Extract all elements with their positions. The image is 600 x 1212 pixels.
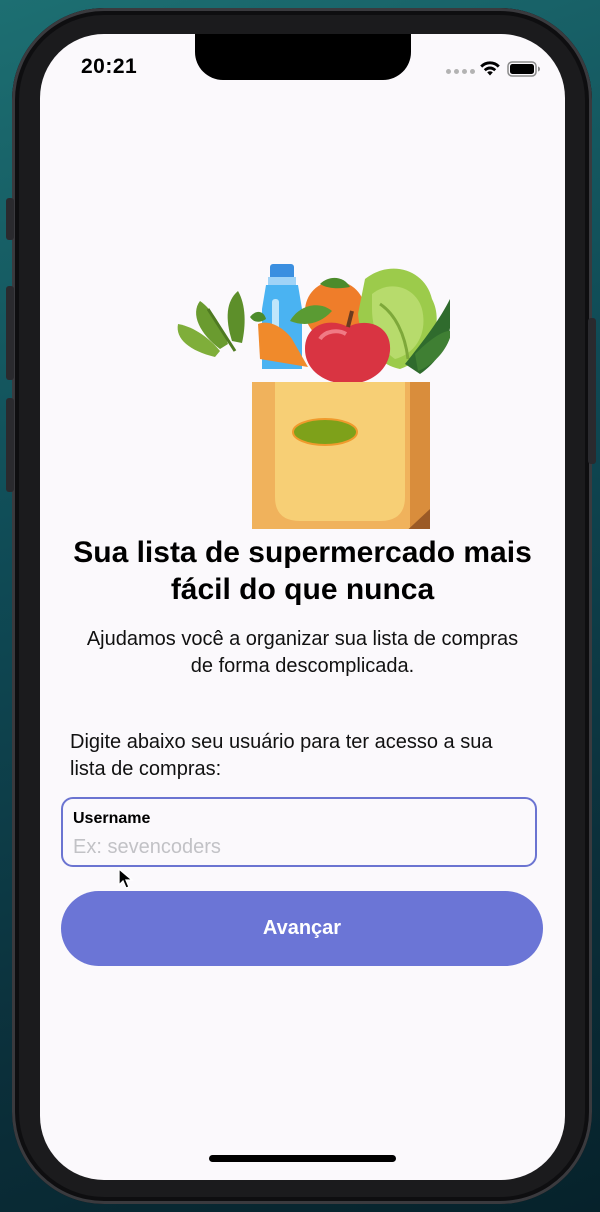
app-screen: 20:21 Sua lista de supermercado mais fác…	[40, 34, 565, 1180]
advance-button[interactable]: Avançar	[61, 891, 543, 966]
page-subtitle-line-2: de forma descomplicada.	[190, 655, 415, 677]
login-instruction-line-2: lista de compras:	[70, 758, 222, 780]
page-subtitle-line-1: Ajudamos você a organizar sua lista de c…	[86, 628, 519, 650]
home-indicator[interactable]	[209, 1155, 396, 1162]
battery-icon	[507, 61, 540, 77]
notch	[195, 34, 411, 80]
page-title-line-2: fácil do que nunca	[170, 573, 435, 606]
power-button	[588, 318, 596, 464]
grocery-bag-illustration	[177, 264, 450, 529]
page-title: Sua lista de supermercado mais fácil do …	[40, 534, 565, 608]
mute-switch	[6, 198, 14, 240]
page-subtitle: Ajudamos você a organizar sua lista de c…	[40, 626, 565, 680]
username-field[interactable]: Username	[61, 797, 537, 867]
username-label: Username	[73, 810, 151, 827]
cellular-signal-icon	[446, 69, 475, 74]
volume-up-button	[6, 286, 14, 380]
status-icons	[446, 59, 546, 79]
volume-down-button	[6, 398, 14, 492]
login-instruction: Digite abaixo seu usuário para ter acess…	[70, 729, 540, 783]
login-instruction-line-1: Digite abaixo seu usuário para ter acess…	[70, 731, 493, 753]
status-time: 20:21	[81, 55, 138, 78]
page-title-line-1: Sua lista de supermercado mais	[73, 536, 532, 569]
wifi-icon	[480, 61, 500, 76]
username-input[interactable]	[71, 833, 515, 861]
mouse-pointer-icon	[118, 868, 134, 889]
